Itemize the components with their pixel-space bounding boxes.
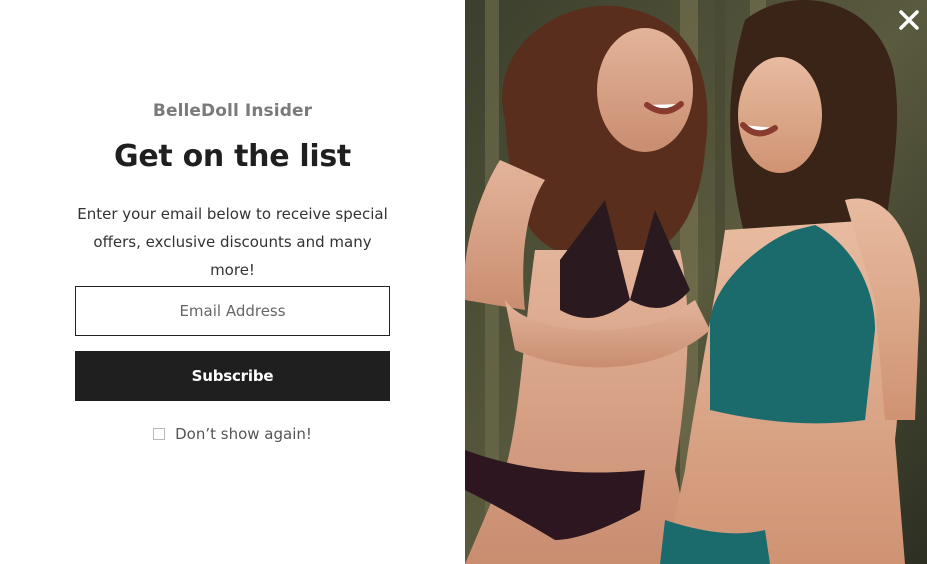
popup-headline: Get on the list: [114, 139, 351, 174]
popup-description: Enter your email below to receive specia…: [77, 205, 388, 279]
dont-show-again-option[interactable]: Don’t show again!: [0, 425, 465, 443]
dont-show-label[interactable]: Don’t show again!: [175, 425, 312, 443]
newsletter-popup: BelleDoll Insider Get on the list Enter …: [0, 0, 927, 564]
promo-image: [465, 0, 927, 564]
brand-name: BelleDoll Insider: [152, 101, 313, 121]
dont-show-checkbox[interactable]: [153, 428, 166, 440]
close-icon: [899, 10, 919, 30]
close-button[interactable]: [895, 6, 923, 34]
promo-photo: [465, 0, 927, 564]
signup-panel: BelleDoll Insider Get on the list Enter …: [0, 0, 465, 564]
email-field[interactable]: [75, 286, 390, 336]
subscribe-button[interactable]: Subscribe: [75, 351, 390, 401]
